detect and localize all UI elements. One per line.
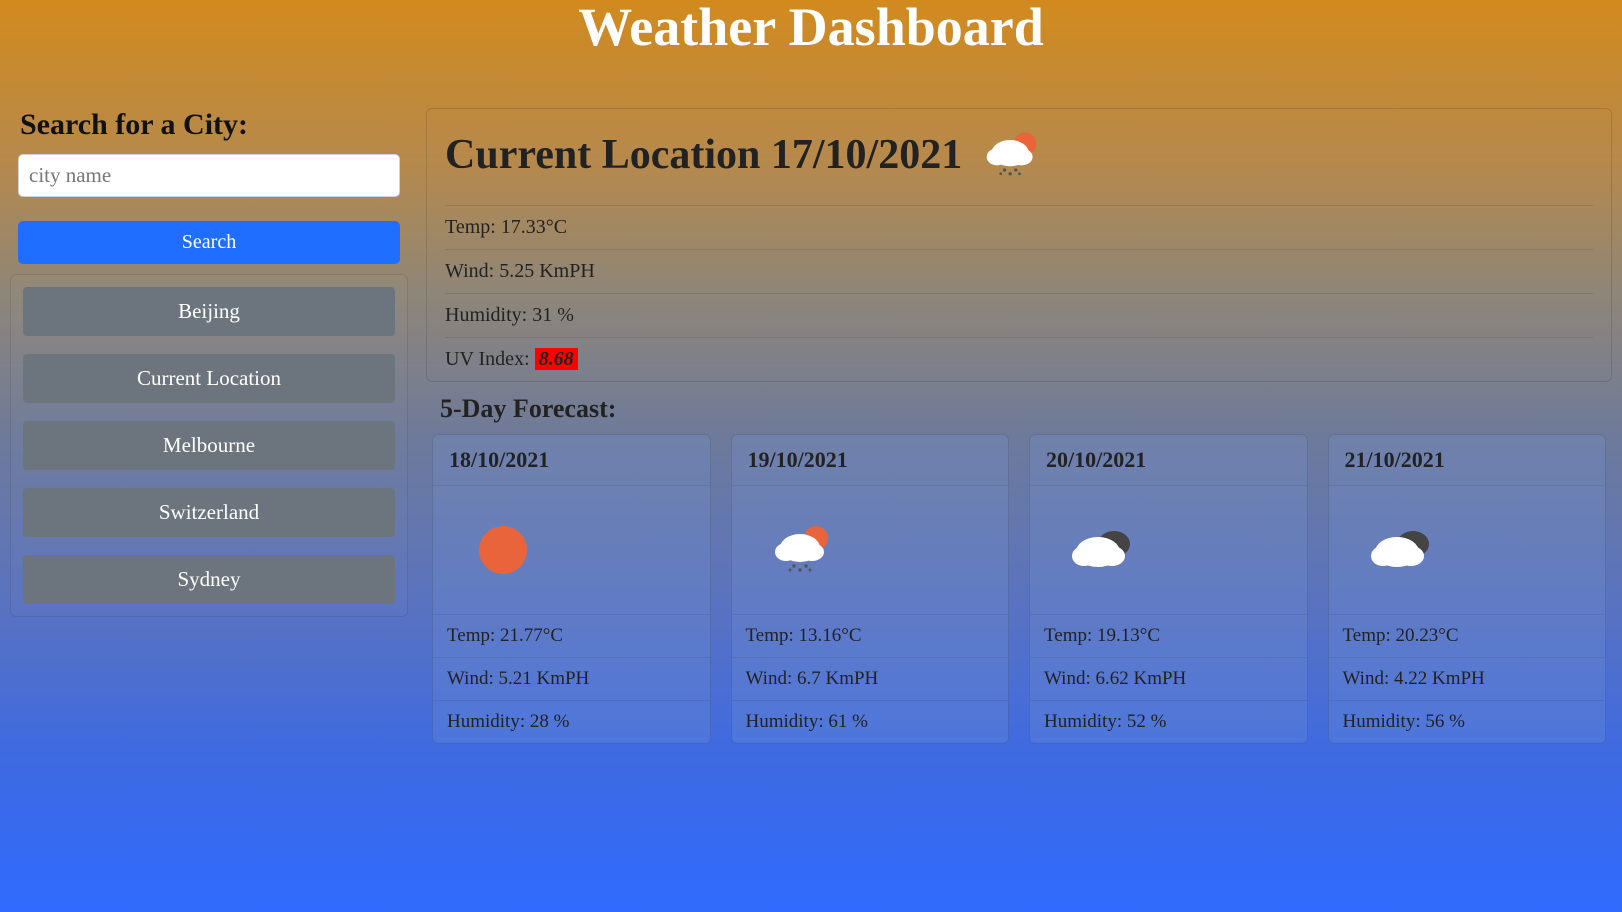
current-humidity: Humidity: 31 % [445,293,1593,337]
current-heading: Current Location 17/10/2021 [445,131,962,179]
forecast-temp: Temp: 21.77°C [433,614,710,657]
forecast-card: 21/10/2021 Temp: 20.23°C Wind: 4.22 KmPH… [1328,434,1607,744]
forecast-wind: Wind: 6.7 KmPH [732,657,1009,700]
uv-label: UV Index: [445,348,535,370]
cloudy-icon [1030,486,1307,614]
history-list: Beijing Current Location Melbourne Switz… [10,274,408,617]
cloudy-icon [1329,486,1606,614]
forecast-wind: Wind: 4.22 KmPH [1329,657,1606,700]
current-weather-card: Current Location 17/10/2021 Temp: 17.33°… [426,108,1612,382]
forecast-row: 18/10/2021 Temp: 21.77°C Wind: 5.21 KmPH… [426,434,1612,744]
forecast-humidity: Humidity: 28 % [433,700,710,743]
search-heading: Search for a City: [20,108,398,142]
main-content: Current Location 17/10/2021 Temp: 17.33°… [426,108,1612,744]
forecast-date: 19/10/2021 [732,435,1009,486]
uv-badge: 8.68 [535,348,578,370]
history-item[interactable]: Switzerland [23,488,395,537]
forecast-humidity: Humidity: 52 % [1030,700,1307,743]
forecast-date: 20/10/2021 [1030,435,1307,486]
sun-icon [433,486,710,614]
current-wind: Wind: 5.25 KmPH [445,249,1593,293]
rain-sun-icon [732,486,1009,614]
search-input[interactable] [18,154,400,197]
forecast-date: 21/10/2021 [1329,435,1606,486]
forecast-temp: Temp: 13.16°C [732,614,1009,657]
forecast-date: 18/10/2021 [433,435,710,486]
page-title: Weather Dashboard [0,0,1622,58]
forecast-card: 19/10/2021 Temp: 13.16°C Wind: 6.7 KmPH … [731,434,1010,744]
current-temp: Temp: 17.33°C [445,205,1593,249]
history-item[interactable]: Sydney [23,555,395,604]
sidebar: Search for a City: Search Beijing Curren… [10,108,408,744]
forecast-humidity: Humidity: 56 % [1329,700,1606,743]
history-item[interactable]: Melbourne [23,421,395,470]
forecast-temp: Temp: 19.13°C [1030,614,1307,657]
history-item[interactable]: Current Location [23,354,395,403]
forecast-wind: Wind: 5.21 KmPH [433,657,710,700]
forecast-card: 18/10/2021 Temp: 21.77°C Wind: 5.21 KmPH… [432,434,711,744]
forecast-temp: Temp: 20.23°C [1329,614,1606,657]
forecast-humidity: Humidity: 61 % [732,700,1009,743]
current-uv: UV Index: 8.68 [445,337,1593,381]
forecast-title: 5-Day Forecast: [440,394,1612,424]
forecast-card: 20/10/2021 Temp: 19.13°C Wind: 6.62 KmPH… [1029,434,1308,744]
rain-sun-icon [982,125,1042,185]
history-item[interactable]: Beijing [23,287,395,336]
forecast-wind: Wind: 6.62 KmPH [1030,657,1307,700]
search-button[interactable]: Search [18,221,400,264]
